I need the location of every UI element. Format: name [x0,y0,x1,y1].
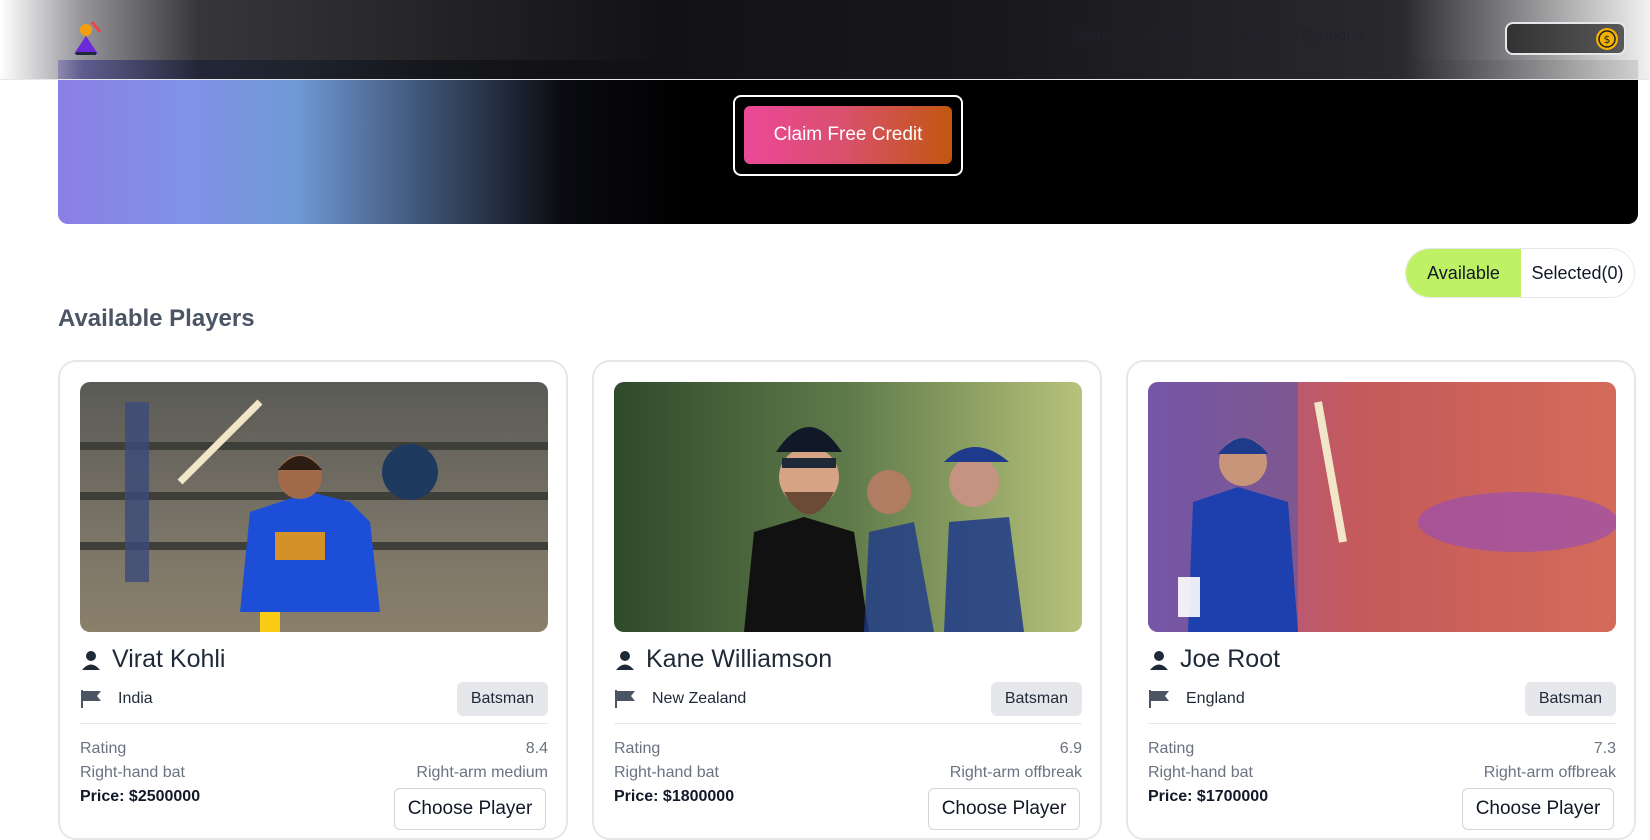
rating-label: Rating [80,740,127,757]
svg-text:$: $ [1604,33,1611,46]
role-badge: Batsman [456,682,548,716]
batting-style: Right-hand bat [614,764,719,781]
country-row: New Zealand Batsman [614,682,1082,716]
player-name: Joe Root [1180,645,1281,673]
player-name-row: Joe Root [1148,645,1280,674]
player-country: India [118,690,153,707]
batting-style: Right-hand bat [80,764,185,781]
selected-tab[interactable]: Selected(0) [1521,249,1634,297]
nav-link-fixture[interactable]: Fixture [1149,28,1198,46]
player-price: Price: $1800000 [614,788,735,805]
country-row: England Batsman [1148,682,1616,716]
dollar-coin-icon: $ [1596,27,1618,50]
cricket-logo-icon[interactable] [66,18,106,58]
nav-link-home[interactable]: Home [1072,28,1115,46]
player-name-row: Kane Williamson [614,645,832,674]
rating-value: 6.9 [1059,740,1082,757]
batting-style: Right-hand bat [1148,764,1253,781]
bowling-style: Right-arm offbreak [1483,764,1616,781]
role-badge: Batsman [1524,682,1616,716]
divider [614,723,1082,724]
available-tab[interactable]: Available [1406,249,1521,297]
player-name: Kane Williamson [646,645,833,673]
divider [80,723,548,724]
divider [1148,723,1616,724]
player-name-row: Virat Kohli [80,645,226,674]
player-photo [1148,382,1616,632]
player-name: Virat Kohli [112,645,226,673]
nav-link-term[interactable]: Term [1232,28,1268,46]
user-icon [616,650,634,670]
rating-value: 8.4 [525,740,548,757]
nav-link-schedule[interactable]: Schedule [1301,28,1368,46]
navbar: Home Fixture Term Schedule $ [0,0,1650,80]
player-card: Joe Root England Batsman Rating 7.3 Right… [1126,360,1636,840]
player-price: Price: $2500000 [80,788,201,805]
player-photo [614,382,1082,632]
player-photo [80,382,548,632]
flag-icon [1149,690,1169,708]
bowling-style: Right-arm offbreak [949,764,1082,781]
player-country: England [1186,690,1245,707]
country-row: India Batsman [80,682,548,716]
credit-balance-button[interactable]: $ [1505,22,1626,55]
rating-value: 7.3 [1593,740,1616,757]
role-badge: Batsman [990,682,1082,716]
choose-player-button[interactable]: Choose Player [928,788,1080,830]
bowling-style: Right-arm medium [416,764,548,781]
player-country: New Zealand [652,690,747,707]
player-price: Price: $1700000 [1148,788,1269,805]
nav-links: Home Fixture Term Schedule [1072,28,1402,46]
flag-icon [615,690,635,708]
claim-free-credit-button[interactable]: Claim Free Credit [744,106,952,164]
choose-player-button[interactable]: Choose Player [1462,788,1614,830]
user-icon [82,650,100,670]
section-title: Available Players [58,305,255,332]
player-filter-toggle: Available Selected(0) [1405,248,1635,298]
rating-label: Rating [614,740,661,757]
player-card: Virat Kohli India Batsman Rating 8.4 Righ… [58,360,568,840]
user-icon [1150,650,1168,670]
flag-icon [81,690,101,708]
rating-label: Rating [1148,740,1195,757]
player-card: Kane Williamson New Zealand Batsman Rati… [592,360,1102,840]
choose-player-button[interactable]: Choose Player [394,788,546,830]
